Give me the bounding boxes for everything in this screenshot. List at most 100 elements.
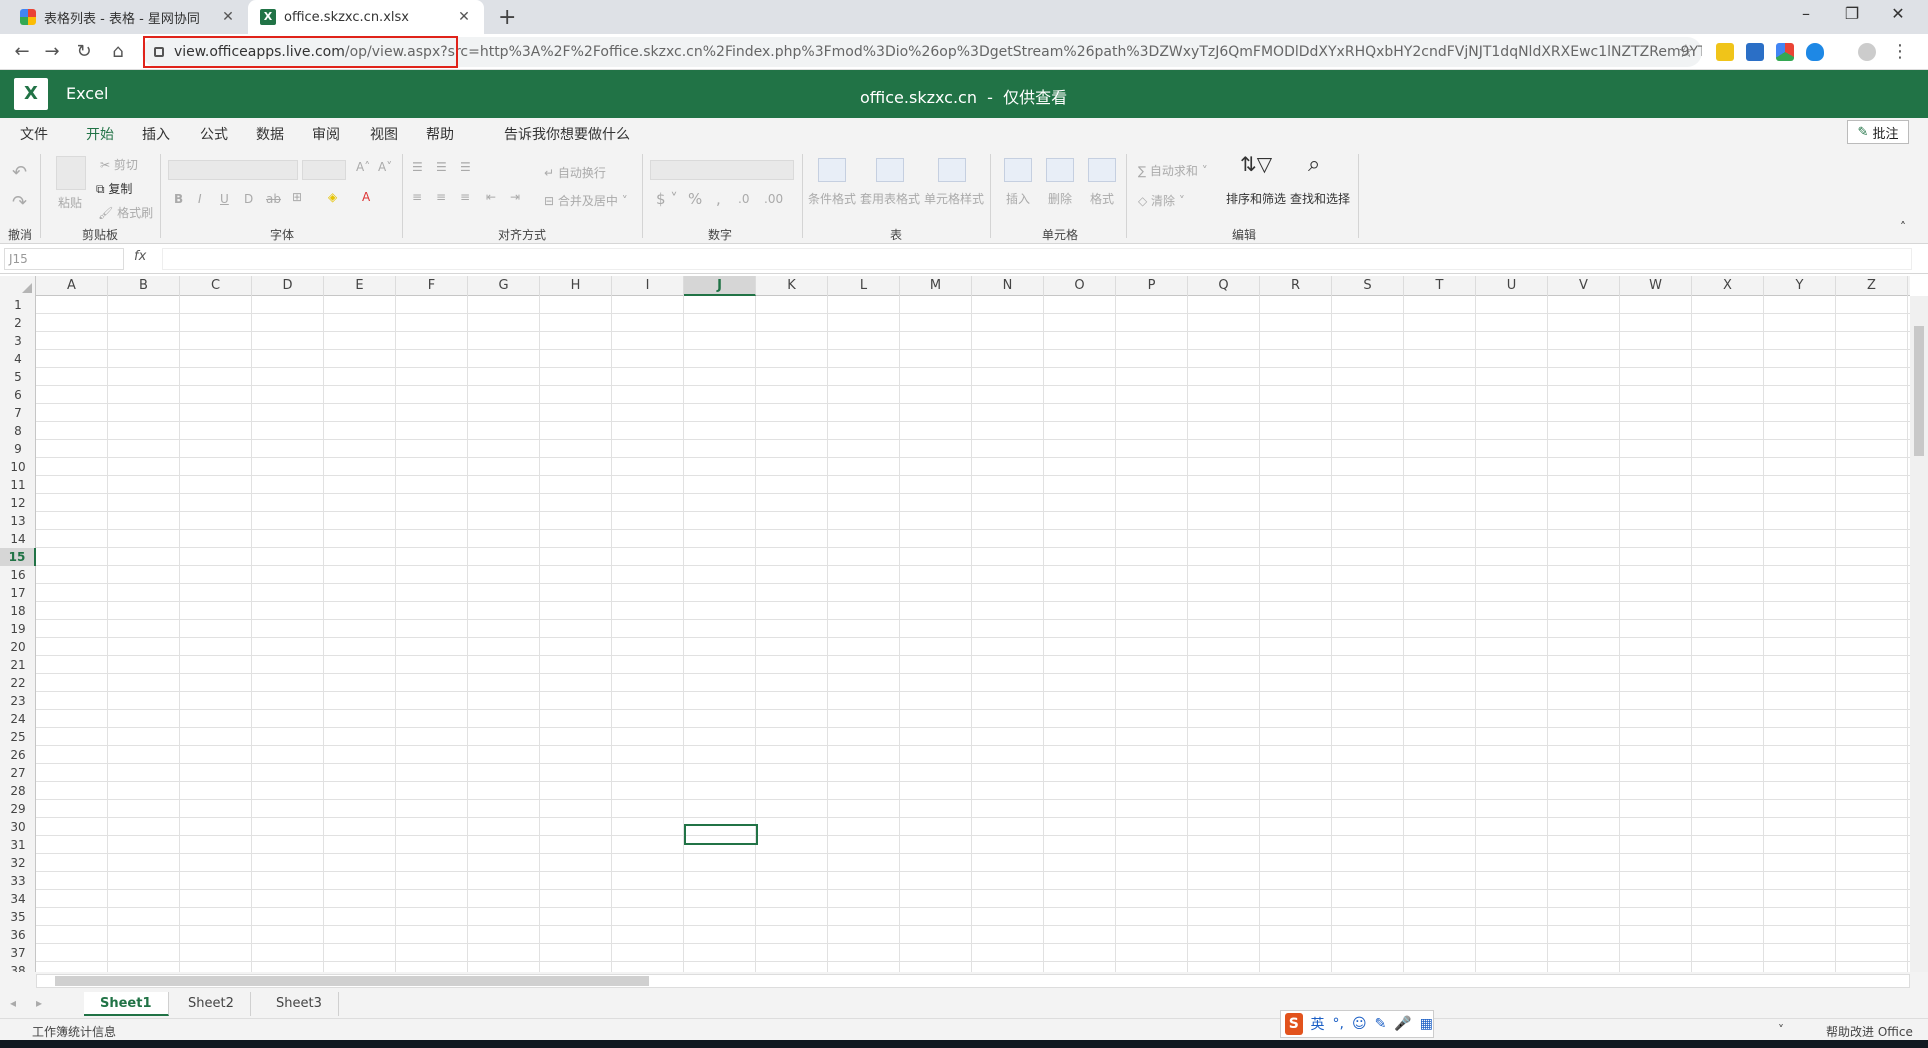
row-header[interactable]: 27 [0, 764, 36, 782]
undo-icon[interactable]: ↶ [12, 162, 27, 183]
column-header[interactable]: J [684, 276, 756, 296]
format-cells-button[interactable]: 格式 [1090, 190, 1114, 207]
pen-icon[interactable]: ✎ [1375, 1016, 1387, 1032]
tab-home[interactable]: 开始 [82, 124, 118, 151]
row-header[interactable]: 34 [0, 890, 36, 908]
row-header[interactable]: 3 [0, 332, 36, 350]
row-header[interactable]: 33 [0, 872, 36, 890]
ime-language-toggle[interactable]: 英 [1311, 1014, 1325, 1034]
font-color-icon[interactable]: A [362, 190, 370, 204]
microphone-icon[interactable]: 🎤 [1394, 1016, 1411, 1032]
column-header[interactable]: W [1620, 276, 1692, 296]
row-header[interactable]: 2 [0, 314, 36, 332]
row-header[interactable]: 36 [0, 926, 36, 944]
cut-button[interactable]: ✂ 剪切 [100, 156, 138, 173]
column-header[interactable]: A [36, 276, 108, 296]
browser-tab-table-list[interactable]: 表格列表 - 表格 - 星网协同 ✕ [8, 0, 248, 34]
percent-icon[interactable]: % [688, 190, 702, 208]
row-header[interactable]: 25 [0, 728, 36, 746]
scroll-sheets-left-icon[interactable]: ◂ [10, 996, 16, 1010]
clear-button[interactable]: ◇ 清除 ˅ [1138, 192, 1185, 209]
row-header[interactable]: 22 [0, 674, 36, 692]
tab-file[interactable]: 文件 [20, 124, 48, 144]
decrease-decimal-icon[interactable]: .00 [764, 192, 783, 206]
merge-center-button[interactable]: ⊟ 合并及居中 ˅ [544, 192, 628, 209]
app-name[interactable]: Excel [66, 84, 108, 103]
reload-icon[interactable]: ↻ [72, 40, 96, 64]
vertical-scrollbar[interactable] [1910, 296, 1928, 972]
column-header[interactable]: P [1116, 276, 1188, 296]
increase-decimal-icon[interactable]: .0 [738, 192, 749, 206]
column-header[interactable]: S [1332, 276, 1404, 296]
row-header[interactable]: 38 [0, 962, 36, 972]
browser-tab-xlsx[interactable]: X office.skzxc.cn.xlsx ✕ [248, 0, 484, 34]
row-header[interactable]: 1 [0, 296, 36, 314]
tab-help[interactable]: 帮助 [426, 124, 454, 144]
column-header[interactable]: B [108, 276, 180, 296]
bold-icon[interactable]: B [174, 192, 183, 206]
row-header[interactable]: 11 [0, 476, 36, 494]
sheet-tab-sheet3[interactable]: Sheet3 [260, 992, 339, 1016]
copy-button[interactable]: ⧉ 复制 [96, 180, 132, 197]
minimize-icon[interactable]: – [1786, 4, 1826, 23]
column-header[interactable]: C [180, 276, 252, 296]
emoji-icon[interactable]: ☺ [1352, 1016, 1367, 1032]
row-header[interactable]: 19 [0, 620, 36, 638]
double-underline-icon[interactable]: D [244, 192, 253, 206]
close-tab-icon[interactable]: ✕ [456, 9, 472, 25]
tab-insert[interactable]: 插入 [142, 124, 170, 144]
tab-data[interactable]: 数据 [256, 124, 284, 144]
cell-styles-button[interactable]: 单元格样式 [924, 190, 984, 207]
help-improve-office[interactable]: 帮助改进 Office [1826, 1023, 1913, 1040]
fill-color-icon[interactable]: ◈ [328, 190, 337, 204]
align-center-icon[interactable]: ≡ [436, 190, 446, 204]
column-header[interactable]: O [1044, 276, 1116, 296]
italic-icon[interactable]: I [198, 192, 202, 206]
font-size-select[interactable] [302, 160, 346, 180]
excel-logo-icon[interactable]: X [14, 78, 48, 110]
row-header[interactable]: 8 [0, 422, 36, 440]
browser-menu-icon[interactable]: ⋮ [1888, 40, 1912, 64]
column-header[interactable]: Y [1764, 276, 1836, 296]
row-header[interactable]: 6 [0, 386, 36, 404]
column-header[interactable]: F [396, 276, 468, 296]
delete-cells-button[interactable]: 删除 [1048, 190, 1072, 207]
row-header[interactable]: 28 [0, 782, 36, 800]
row-header[interactable]: 24 [0, 710, 36, 728]
forward-icon[interactable]: → [40, 40, 64, 64]
redo-icon[interactable]: ↷ [12, 192, 27, 213]
autosum-button[interactable]: ∑ 自动求和 ˅ [1138, 162, 1208, 179]
format-painter-button[interactable]: 🖌 格式刷 [98, 204, 153, 221]
format-as-table-button[interactable]: 套用表格式 [860, 190, 920, 207]
scroll-sheets-right-icon[interactable]: ▸ [36, 996, 42, 1010]
tab-formulas[interactable]: 公式 [200, 124, 228, 144]
row-header[interactable]: 13 [0, 512, 36, 530]
font-family-select[interactable] [168, 160, 298, 180]
row-header[interactable]: 20 [0, 638, 36, 656]
row-header[interactable]: 4 [0, 350, 36, 368]
column-header[interactable]: V [1548, 276, 1620, 296]
row-header[interactable]: 18 [0, 602, 36, 620]
row-header[interactable]: 7 [0, 404, 36, 422]
vertical-scroll-thumb[interactable] [1914, 326, 1924, 456]
collapse-ribbon-icon[interactable]: ˄ [1900, 220, 1906, 234]
find-select-button[interactable]: 查找和选择 [1290, 190, 1350, 207]
grow-font-icon[interactable]: A˄ [356, 160, 370, 174]
borders-icon[interactable]: ⊞ [292, 190, 302, 204]
row-header[interactable]: 26 [0, 746, 36, 764]
row-header[interactable]: 35 [0, 908, 36, 926]
column-header[interactable]: K [756, 276, 828, 296]
column-header[interactable]: L [828, 276, 900, 296]
column-header[interactable]: E [324, 276, 396, 296]
column-header[interactable]: G [468, 276, 540, 296]
align-top-icon[interactable]: ☰ [412, 160, 423, 174]
column-header[interactable]: X [1692, 276, 1764, 296]
row-header[interactable]: 15 [0, 548, 36, 566]
conditional-format-button[interactable]: 条件格式 [808, 190, 856, 207]
row-header[interactable]: 29 [0, 800, 36, 818]
column-header[interactable]: N [972, 276, 1044, 296]
row-header[interactable]: 23 [0, 692, 36, 710]
close-tab-icon[interactable]: ✕ [220, 9, 236, 25]
name-box[interactable]: J15 [4, 248, 124, 270]
column-header[interactable]: R [1260, 276, 1332, 296]
